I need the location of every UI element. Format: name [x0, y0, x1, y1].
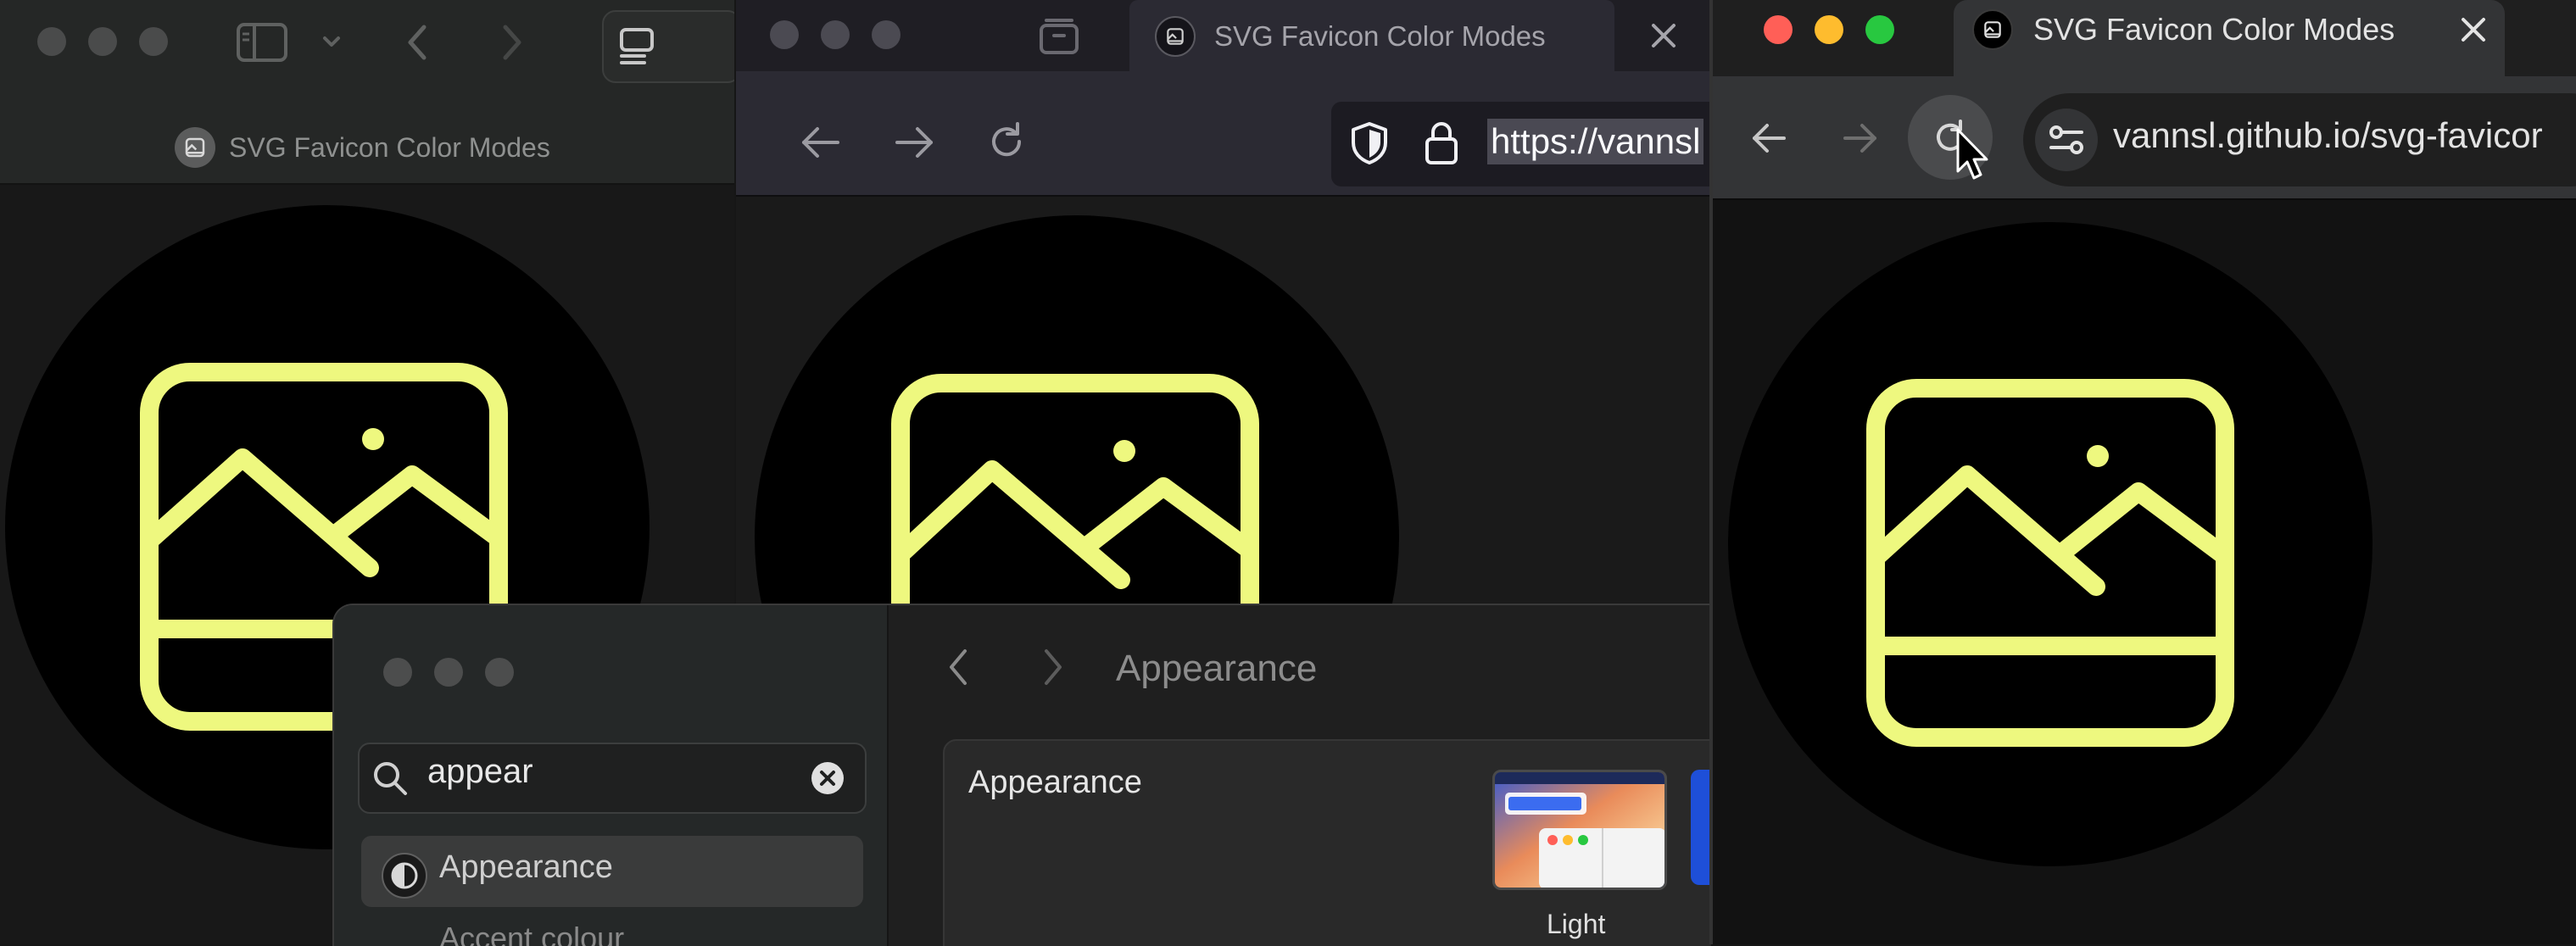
tab-list-icon[interactable] [1038, 17, 1080, 56]
minimize-button[interactable] [88, 27, 117, 56]
close-button[interactable] [383, 658, 412, 687]
close-button[interactable] [770, 20, 799, 49]
zoom-button[interactable] [485, 658, 514, 687]
minimize-button[interactable] [434, 658, 463, 687]
tab-title[interactable]: SVG Favicon Color Modes [175, 127, 550, 168]
site-settings-button[interactable] [2035, 109, 2098, 171]
favicon-illustration [1728, 222, 2372, 866]
url-text[interactable]: vannsl.github.io/svg-favicor [2113, 115, 2543, 156]
zoom-button[interactable] [872, 20, 900, 49]
theme-option-dark[interactable] [1691, 770, 1711, 885]
chrome-window: SVG Favicon Color Modes vannsl.github.io… [1709, 0, 2576, 944]
forward-icon[interactable] [1842, 122, 1879, 154]
back-icon[interactable] [405, 22, 431, 63]
reload-icon[interactable] [985, 120, 1028, 163]
panel-title: Appearance [968, 765, 1142, 800]
page-content [1713, 200, 2576, 944]
search-value: appear [427, 753, 533, 790]
forward-icon[interactable] [892, 125, 936, 159]
page-title: Appearance [1116, 648, 1318, 689]
minimize-button[interactable] [821, 20, 850, 49]
back-icon[interactable] [1750, 122, 1787, 154]
clear-icon[interactable] [811, 761, 845, 795]
forward-icon[interactable] [499, 22, 524, 63]
cursor-icon [1955, 127, 1989, 183]
tab-overview-button[interactable] [602, 10, 734, 83]
forward-icon[interactable] [1040, 646, 1065, 688]
sidebar-icon[interactable] [236, 22, 288, 63]
minimize-button[interactable] [1815, 15, 1843, 44]
image-icon [175, 127, 215, 168]
url-text[interactable]: https://vannsl [1487, 119, 1704, 164]
zoom-button[interactable] [139, 27, 168, 56]
search-icon [371, 760, 409, 797]
image-icon [1155, 16, 1196, 57]
image-icon [1972, 9, 2013, 50]
tab-title-label: SVG Favicon Color Modes [229, 131, 550, 163]
close-icon[interactable] [2459, 15, 2488, 44]
theme-option-light[interactable] [1492, 770, 1667, 890]
close-button[interactable] [37, 27, 66, 56]
appearance-icon [382, 853, 427, 899]
tab-title-label: SVG Favicon Color Modes [2033, 12, 2395, 47]
back-icon[interactable] [799, 125, 843, 159]
tab-title-label: SVG Favicon Color Modes [1214, 20, 1546, 52]
theme-option-label: Light [1547, 909, 1606, 939]
shield-icon[interactable] [1348, 120, 1391, 166]
tab-title[interactable]: SVG Favicon Color Modes [1972, 9, 2395, 50]
lock-icon[interactable] [1423, 119, 1460, 166]
close-button[interactable] [1764, 15, 1793, 44]
tab-title[interactable]: SVG Favicon Color Modes [1155, 16, 1546, 57]
safari-toolbar: SVG Favicon Color Modes [0, 0, 734, 185]
close-icon[interactable] [1648, 20, 1679, 51]
system-settings-window: appear Appearance Accent colour Appearan… [332, 604, 1711, 946]
chevron-down-icon[interactable] [321, 31, 343, 53]
sidebar-item-accent-colour[interactable]: Accent colour [439, 921, 624, 946]
sidebar-item-label: Appearance [439, 849, 613, 885]
tab-overview-icon [619, 27, 656, 66]
site-settings-icon [2049, 125, 2083, 155]
zoom-button[interactable] [1865, 15, 1894, 44]
back-icon[interactable] [946, 646, 972, 688]
